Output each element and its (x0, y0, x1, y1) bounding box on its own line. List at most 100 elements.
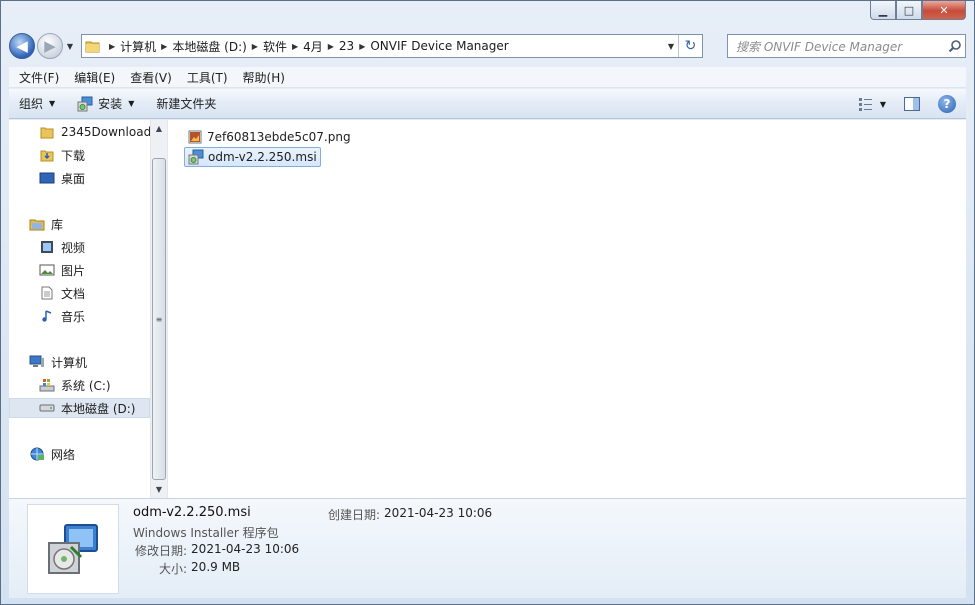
caption-buttons: ▁ □ ✕ (870, 1, 966, 20)
menu-bar: 文件(F) 编辑(E) 查看(V) 工具(T) 帮助(H) (9, 67, 966, 88)
nav-item-label: 计算机 (51, 355, 88, 370)
nav-item-local-drive-d[interactable]: 本地磁盘 (D:) (9, 398, 150, 418)
breadcrumb-software[interactable]: 软件 (263, 38, 287, 55)
back-button[interactable]: ◀ (9, 33, 35, 59)
library-icon (29, 216, 45, 232)
breadcrumb-separator[interactable]: ▶ (354, 42, 370, 51)
installer-icon (77, 96, 93, 112)
desktop-icon (39, 170, 55, 186)
nav-item-label: 音乐 (61, 309, 86, 324)
menu-help[interactable]: 帮助(H) (233, 69, 290, 86)
nav-item-documents[interactable]: 文档 (39, 283, 85, 303)
recent-pages-dropdown[interactable]: ▼ (64, 42, 76, 51)
menu-view[interactable]: 查看(V) (120, 69, 177, 86)
nav-item-label: 下载 (61, 148, 86, 163)
nav-item-music[interactable]: 音乐 (39, 306, 85, 326)
nav-item-system-drive-c[interactable]: 系统 (C:) (39, 375, 111, 395)
navigation-bar: ◀ ▶ ▼ ▶ 计算机 ▶ 本地磁盘 (D:) ▶ 软件 ▶ 4月 ▶ 23 ▶… (9, 32, 966, 60)
file-list: 7ef60813ebde5c07.png odm-v2.2.250.msi (167, 120, 966, 498)
nav-item-label: 桌面 (61, 171, 86, 186)
explorer-window: ▁ □ ✕ ◀ ▶ ▼ ▶ 计算机 ▶ 本地磁盘 (D:) ▶ 软件 ▶ 4月 … (0, 0, 975, 605)
file-name: odm-v2.2.250.msi (208, 150, 317, 164)
documents-library-icon (39, 285, 55, 301)
nav-item-network[interactable]: 网络 (29, 444, 75, 464)
new-folder-button[interactable]: 新建文件夹 (146, 95, 228, 112)
detail-created-row: 创建日期: 2021-04-23 10:06 (328, 506, 492, 523)
nav-item-label: 视频 (61, 240, 86, 255)
detail-modified-value: 2021-04-23 10:06 (191, 542, 300, 556)
chevron-down-icon: ▼ (128, 99, 135, 108)
detail-created-label: 创建日期: (328, 508, 381, 522)
breadcrumb-april[interactable]: 4月 (303, 38, 323, 55)
nav-item-label: 系统 (C:) (61, 378, 111, 393)
search-box[interactable]: 搜索 ONVIF Device Manager (727, 34, 966, 58)
detail-size-label: 大小: (159, 562, 188, 576)
breadcrumb-separator[interactable]: ▶ (104, 42, 120, 51)
details-pane: odm-v2.2.250.msi Windows Installer 程序包 修… (9, 498, 966, 598)
local-drive-icon (39, 400, 55, 416)
downloads-folder-icon (39, 147, 55, 163)
menu-tools[interactable]: 工具(T) (177, 69, 233, 86)
nav-item-videos[interactable]: 视频 (39, 237, 85, 257)
address-history-dropdown[interactable]: ▼ (664, 42, 678, 51)
menu-file[interactable]: 文件(F) (9, 69, 64, 86)
file-item-png[interactable]: 7ef60813ebde5c07.png (184, 127, 354, 147)
breadcrumb-separator[interactable]: ▶ (247, 42, 263, 51)
help-icon[interactable]: ? (938, 95, 956, 113)
nav-item-computer[interactable]: 计算机 (29, 352, 87, 372)
breadcrumb-computer[interactable]: 计算机 (120, 38, 156, 55)
maximize-button[interactable]: □ (896, 1, 922, 20)
breadcrumb-current-folder[interactable]: ONVIF Device Manager (370, 39, 508, 53)
nav-item-label: 文档 (61, 286, 86, 301)
organize-label: 组织 (19, 97, 44, 111)
scroll-down-button[interactable]: ▼ (151, 481, 167, 498)
navigation-pane-scrollbar[interactable]: ▲ ≡ ▼ (150, 120, 167, 498)
network-icon (29, 446, 45, 462)
nav-item-pictures[interactable]: 图片 (39, 260, 85, 280)
computer-icon (29, 354, 45, 370)
nav-item-libraries[interactable]: 库 (29, 214, 63, 234)
detail-modified-label: 修改日期: (135, 544, 188, 558)
organize-button[interactable]: 组织 ▼ (9, 95, 67, 112)
search-input[interactable]: 搜索 ONVIF Device Manager (736, 38, 945, 55)
main-content: 2345Downloads 下载 桌面 库 视频 图片 文档 音乐 计算机 系统… (9, 120, 966, 498)
minimize-button[interactable]: ▁ (870, 1, 896, 20)
detail-file-name: odm-v2.2.250.msi (133, 505, 251, 520)
breadcrumb-drive-d[interactable]: 本地磁盘 (D:) (172, 38, 246, 55)
navigation-pane: 2345Downloads 下载 桌面 库 视频 图片 文档 音乐 计算机 系统… (9, 120, 150, 498)
scroll-thumb[interactable]: ≡ (152, 158, 166, 480)
detail-size-row: 大小: 20.9 MB (159, 560, 240, 577)
nav-item-label: 网络 (51, 447, 76, 462)
refresh-icon[interactable]: ↻ (678, 35, 702, 57)
scroll-up-button[interactable]: ▲ (151, 120, 167, 137)
music-library-icon (39, 308, 55, 324)
new-folder-label: 新建文件夹 (156, 97, 217, 111)
install-button[interactable]: 安装 ▼ (67, 95, 146, 112)
nav-item-label: 本地磁盘 (D:) (61, 401, 136, 416)
breadcrumb-separator[interactable]: ▶ (156, 42, 172, 51)
file-thumbnail (27, 504, 119, 594)
address-bar[interactable]: ▶ 计算机 ▶ 本地磁盘 (D:) ▶ 软件 ▶ 4月 ▶ 23 ▶ ONVIF… (81, 34, 703, 58)
folder-icon (82, 38, 104, 54)
preview-pane-icon[interactable] (904, 97, 920, 111)
nav-item-downloads[interactable]: 下载 (39, 145, 85, 165)
breadcrumb-separator[interactable]: ▶ (323, 42, 339, 51)
nav-item-label: 图片 (61, 263, 86, 278)
menu-edit[interactable]: 编辑(E) (64, 69, 120, 86)
breadcrumb-separator[interactable]: ▶ (287, 42, 303, 51)
file-name: 7ef60813ebde5c07.png (207, 130, 351, 144)
nav-item-desktop[interactable]: 桌面 (39, 168, 85, 188)
detail-modified-row: 修改日期: 2021-04-23 10:06 (135, 542, 299, 559)
folder-icon (39, 124, 55, 140)
breadcrumb-23[interactable]: 23 (339, 39, 354, 53)
close-button[interactable]: ✕ (922, 1, 966, 20)
nav-item-2345downloads[interactable]: 2345Downloads (39, 122, 150, 142)
pictures-library-icon (39, 262, 55, 278)
forward-button[interactable]: ▶ (37, 33, 63, 59)
system-drive-icon (39, 377, 55, 393)
view-grid-icon (858, 97, 874, 111)
command-bar: 组织 ▼ 安装 ▼ 新建文件夹 ▼ ? (9, 89, 966, 119)
file-item-msi[interactable]: odm-v2.2.250.msi (184, 147, 321, 167)
search-icon[interactable] (945, 39, 965, 53)
view-options-button[interactable]: ▼ (858, 97, 886, 111)
